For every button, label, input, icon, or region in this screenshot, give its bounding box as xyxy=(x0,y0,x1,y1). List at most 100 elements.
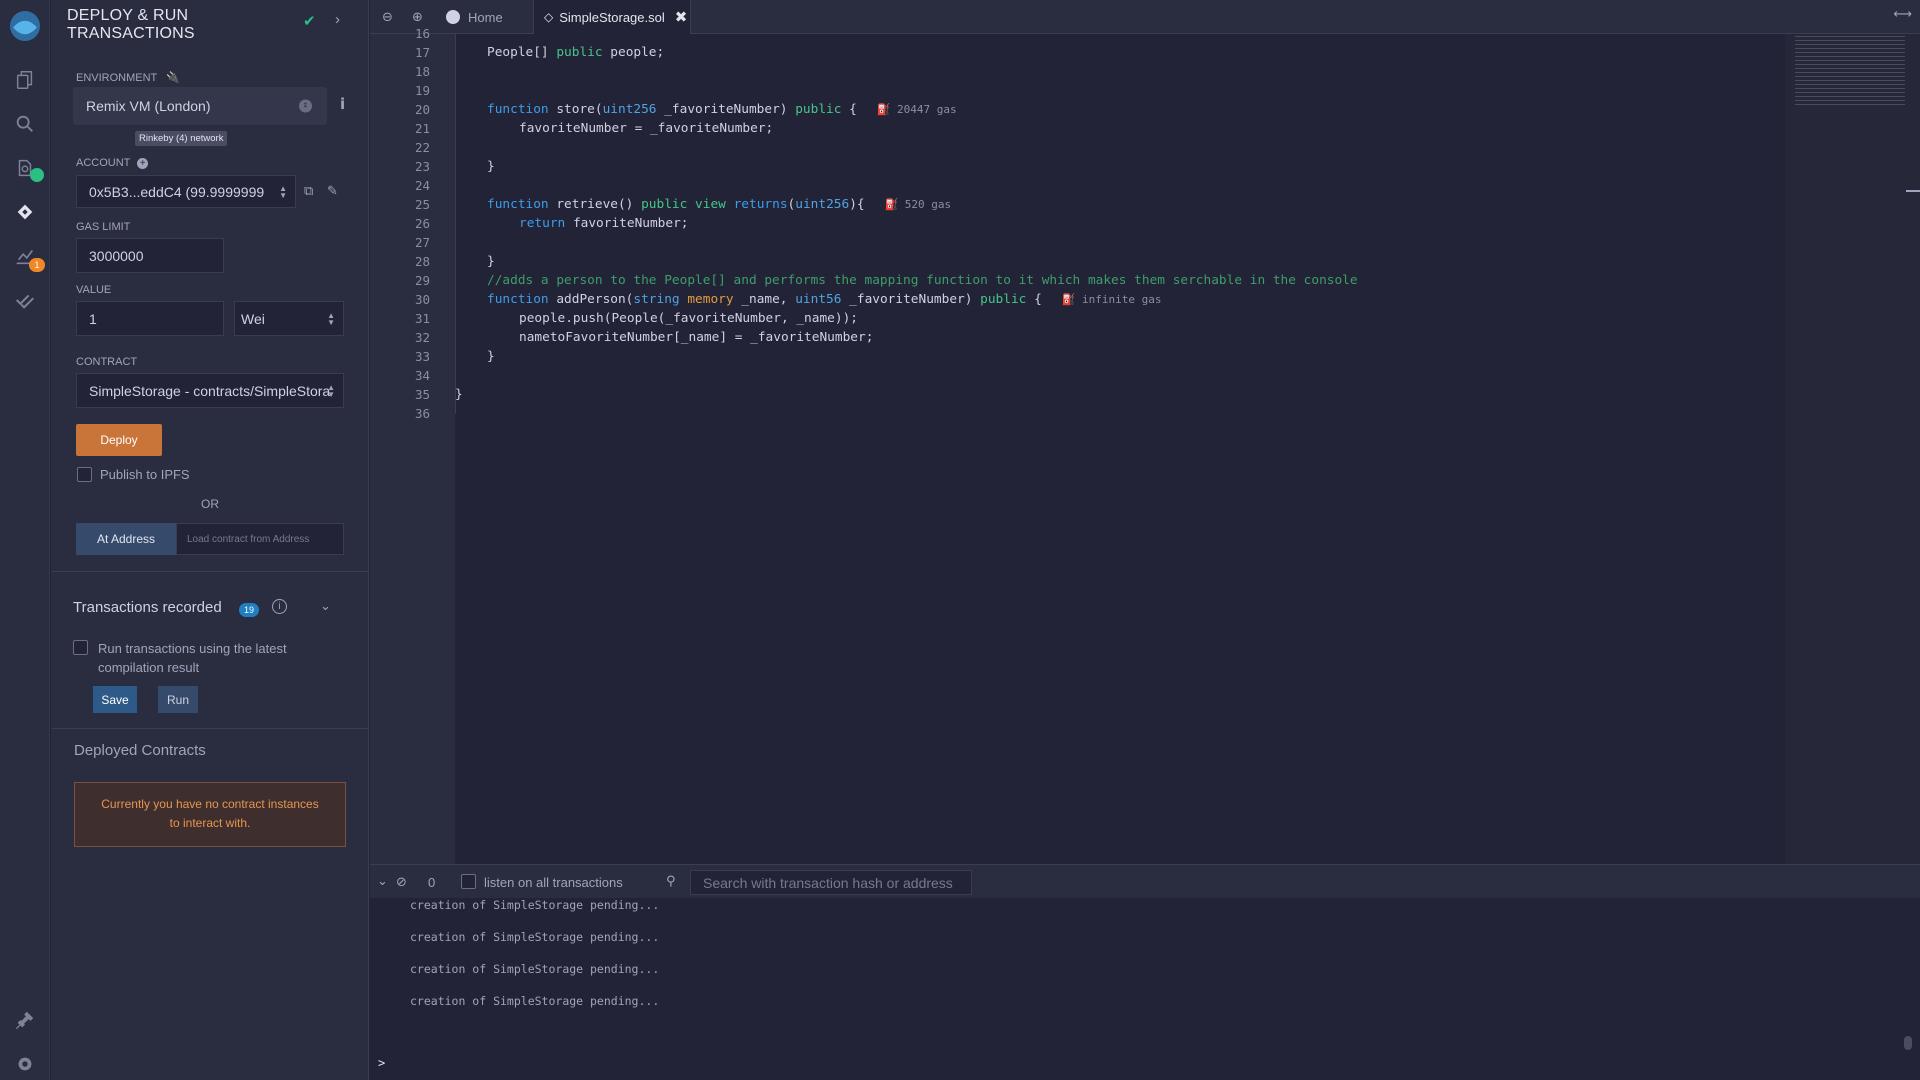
environment-select[interactable]: Remix VM (London) ⇕ xyxy=(73,87,327,125)
zoom-out-icon[interactable]: ⊖ xyxy=(382,9,393,25)
contract-label: CONTRACT xyxy=(76,356,138,368)
plus-circle-icon[interactable]: + xyxy=(137,158,149,169)
scroll-marker xyxy=(1906,190,1920,192)
network-tag: Rinkeby (4) network xyxy=(135,131,228,146)
line-number: 31 xyxy=(414,311,430,326)
line-number: 17 xyxy=(414,45,430,60)
gas-limit-label: GAS LIMIT xyxy=(76,221,131,233)
environment-label: ENVIRONMENT 🔌 xyxy=(76,72,180,84)
remix-ide: 1 DEPLOY & RUN TRANSACTIONS ✔ › ENVIRONM… xyxy=(0,0,1920,1080)
check-icon: ✔ xyxy=(303,13,316,30)
editor-tabs: ⊖ ⊕ Home ◇ SimpleStorage.sol ✖ ⟷ xyxy=(370,0,1920,34)
contract-select[interactable]: SimpleStorage - contracts/SimpleStora ▲ ▼ xyxy=(76,373,344,408)
console-prompt[interactable]: > xyxy=(378,1056,385,1070)
remix-logo-icon xyxy=(446,10,460,24)
run-latest-label: Run transactions using the latest compil… xyxy=(98,641,287,675)
load-contract-address-input[interactable]: Load contract from Address xyxy=(176,523,344,555)
analysis-badge: 1 xyxy=(29,258,45,272)
search-icon[interactable] xyxy=(0,106,50,142)
code-line: people.push(People(_favoriteNumber, _nam… xyxy=(519,311,858,326)
tab-home[interactable]: Home xyxy=(436,0,528,34)
line-number: 23 xyxy=(414,159,430,174)
unit-testing-icon[interactable] xyxy=(0,282,50,318)
line-number: 30 xyxy=(414,292,430,307)
line-number: 28 xyxy=(414,254,430,269)
minimap[interactable] xyxy=(1785,34,1920,864)
edit-icon[interactable]: ✎ xyxy=(327,183,338,199)
chevron-double-down-icon[interactable]: ⌄ xyxy=(377,873,388,889)
code-editor[interactable]: People[] public people; function store(ui… xyxy=(455,34,1785,864)
transactions-recorded-title: Transactions recorded xyxy=(73,599,222,616)
plugin-manager-icon[interactable] xyxy=(0,1002,50,1038)
deploy-run-panel: DEPLOY & RUN TRANSACTIONS ✔ › ENVIRONMEN… xyxy=(51,0,369,1080)
code-line: } xyxy=(487,349,495,364)
transaction-search-input[interactable]: Search with transaction hash or address xyxy=(690,870,972,895)
value-label: VALUE xyxy=(76,284,112,296)
line-number: 21 xyxy=(414,121,430,136)
close-icon[interactable]: ✖ xyxy=(675,8,688,26)
transactions-count-badge: 19 xyxy=(239,603,259,617)
code-line: function addPerson(string memory _name, … xyxy=(487,292,1162,307)
at-address-button[interactable]: At Address xyxy=(76,523,176,555)
line-number: 16 xyxy=(414,26,430,41)
code-line: } xyxy=(487,254,495,269)
console-log-line: creation of SimpleStorage pending... xyxy=(410,930,660,944)
clear-console-icon[interactable]: ⊘ xyxy=(396,874,407,890)
panel-title: DEPLOY & RUN TRANSACTIONS xyxy=(67,7,195,42)
select-arrows-icon: ▲ ▼ xyxy=(279,183,287,200)
code-line: return favoriteNumber; xyxy=(519,216,689,231)
pending-count: 0 xyxy=(428,875,436,890)
gas-estimate: ⛽ infinite gas xyxy=(1041,293,1162,306)
line-number: 34 xyxy=(414,368,430,383)
deploy-run-icon[interactable] xyxy=(0,194,50,230)
chevron-down-icon[interactable]: ⌄ xyxy=(320,598,331,614)
gas-limit-input[interactable]: 3000000 xyxy=(76,238,224,273)
plug-icon: 🔌 xyxy=(166,72,180,84)
zoom-in-icon[interactable]: ⊕ xyxy=(412,9,423,25)
account-select[interactable]: 0x5B3...eddC4 (99.9999999 ▲ ▼ xyxy=(76,175,296,208)
solidity-compiler-icon[interactable] xyxy=(0,150,50,186)
publish-ipfs-checkbox[interactable] xyxy=(77,467,92,482)
copy-icon[interactable]: ⧉ xyxy=(304,183,313,199)
code-line: function store(uint256 _favoriteNumber) … xyxy=(487,102,957,117)
listen-all-label: listen on all transactions xyxy=(484,875,623,890)
line-number: 33 xyxy=(414,349,430,364)
line-number: 29 xyxy=(414,273,430,288)
terminal-toolbar: ⌄ ⊘ 0 listen on all transactions ⚲ Searc… xyxy=(370,864,1920,898)
line-number: 32 xyxy=(414,330,430,345)
or-separator: OR xyxy=(201,497,219,511)
line-number: 19 xyxy=(414,83,430,98)
icon-rail: 1 xyxy=(0,0,50,1080)
publish-ipfs-label: Publish to IPFS xyxy=(100,467,190,482)
chevron-right-icon[interactable]: › xyxy=(335,11,340,28)
terminal-console[interactable]: > creation of SimpleStorage pending... cr… xyxy=(370,898,1920,1080)
listen-all-checkbox[interactable] xyxy=(461,874,476,889)
run-button[interactable]: Run xyxy=(158,686,198,713)
code-line: } xyxy=(487,159,495,174)
line-number: 24 xyxy=(414,178,430,193)
gas-estimate: ⛽ 520 gas xyxy=(864,198,952,211)
value-unit-select[interactable]: Wei ▲ ▼ xyxy=(234,301,344,336)
value-input[interactable]: 1 xyxy=(76,301,224,336)
file-explorer-icon[interactable] xyxy=(0,62,50,98)
line-number-gutter: 16 17 18 19 20 21 22 23 24 25 26 27 28 29 30 31 32 33 34 35… xyxy=(370,26,455,864)
code-line: } xyxy=(455,387,463,402)
settings-gear-icon[interactable] xyxy=(0,1046,50,1080)
console-log-line: creation of SimpleStorage pending... xyxy=(410,994,660,1008)
save-button[interactable]: Save xyxy=(93,686,137,713)
run-latest-checkbox[interactable] xyxy=(73,640,88,655)
expand-icon[interactable]: ⟷ xyxy=(1893,6,1912,22)
info-icon[interactable]: ⅰ xyxy=(340,95,345,113)
line-number: 27 xyxy=(414,235,430,250)
deploy-button[interactable]: Deploy xyxy=(76,424,162,456)
compile-success-icon xyxy=(30,168,44,182)
line-number: 22 xyxy=(414,140,430,155)
remix-logo-icon[interactable] xyxy=(0,6,50,46)
gas-estimate: ⛽ 20447 gas xyxy=(856,103,957,116)
tab-simplestorage[interactable]: ◇ SimpleStorage.sol ✖ xyxy=(533,0,691,34)
scrollbar-thumb[interactable] xyxy=(1904,1036,1912,1050)
code-line: nametoFavoriteNumber[_name] = _favoriteN… xyxy=(519,330,874,345)
info-icon[interactable]: i xyxy=(272,599,287,614)
line-number: 20 xyxy=(414,102,430,117)
indent-guide xyxy=(455,34,456,414)
